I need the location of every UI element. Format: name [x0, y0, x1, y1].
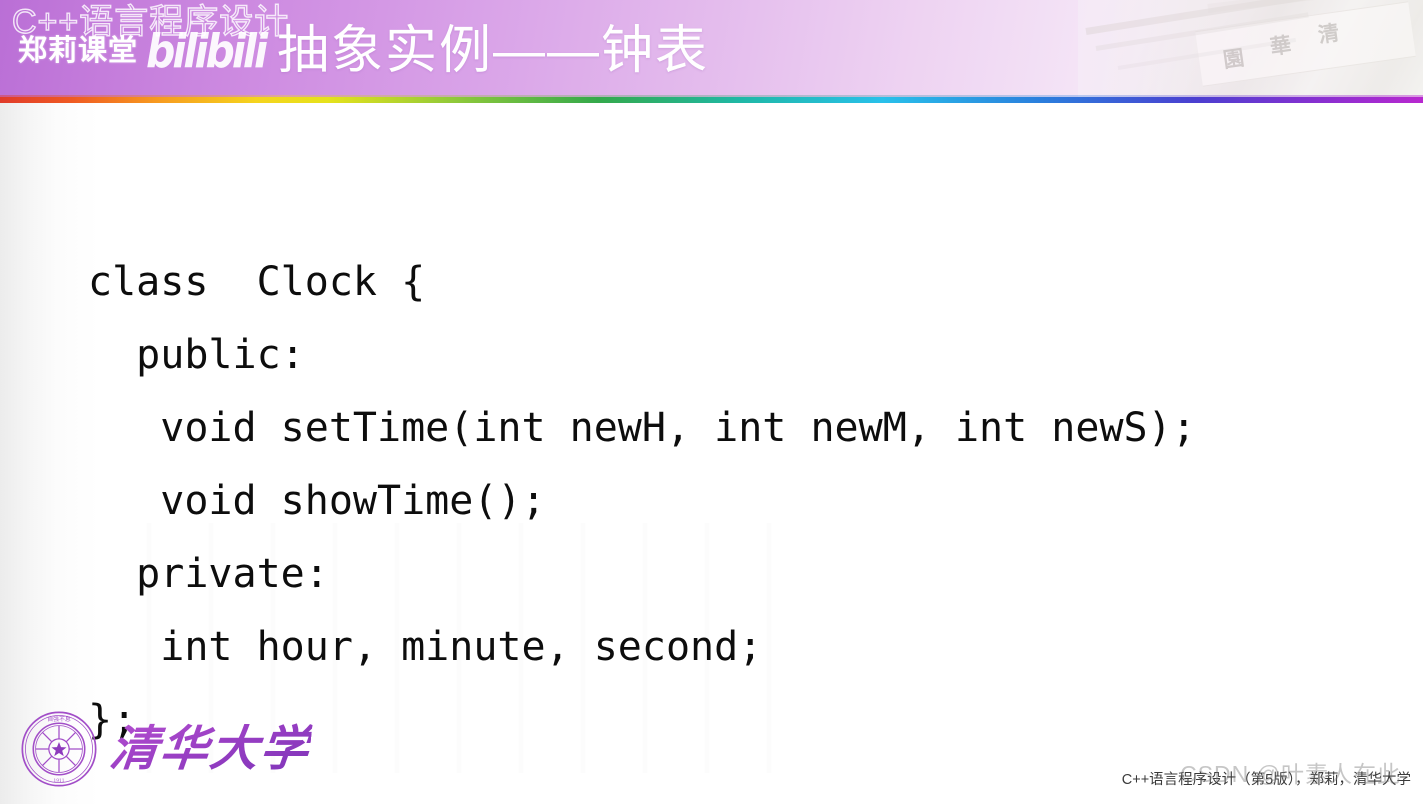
channel-badge: C++语言程序设计 郑莉课堂 bilibili [6, 2, 289, 90]
university-logo: 自强不息 1911 清华大学 [20, 706, 313, 792]
svg-text:1911: 1911 [54, 779, 65, 784]
slide-header: 清 華 園 C++语言程序设计 郑莉课堂 bilibili 抽象实例——钟表 [0, 0, 1423, 97]
code-line: int hour, minute, second; [88, 624, 763, 670]
campus-gate-photo: 清 華 園 [1078, 0, 1423, 97]
gate-glyph-qing: 清 [1316, 19, 1341, 48]
code-line: public: [88, 332, 305, 378]
slide-canvas: 清 華 園 C++语言程序设计 郑莉课堂 bilibili 抽象实例——钟表 c… [0, 0, 1423, 804]
tsinghua-seal-icon: 自强不息 1911 [21, 711, 97, 787]
channel-name-text: 郑莉课堂 [18, 35, 139, 67]
code-line: class Clock { [88, 259, 426, 305]
university-name-text: 清华大学 [107, 721, 313, 777]
page-title: 抽象实例——钟表 [277, 22, 710, 80]
gate-glyph-hua: 華 [1268, 31, 1293, 60]
bilibili-logo: bilibili [146, 25, 268, 79]
code-line: void showTime(); [88, 478, 546, 524]
slide-body: class Clock { public: void setTime(int n… [0, 103, 1423, 804]
gate-glyph-yuan: 園 [1221, 44, 1246, 73]
footer-credit-text: C++语言程序设计（第5版），郑莉，清华大学 [1121, 772, 1411, 788]
code-line: private: [88, 551, 329, 597]
code-line: void setTime(int newH, int newM, int new… [88, 405, 1196, 451]
code-block: class Clock { public: void setTime(int n… [88, 246, 1288, 757]
